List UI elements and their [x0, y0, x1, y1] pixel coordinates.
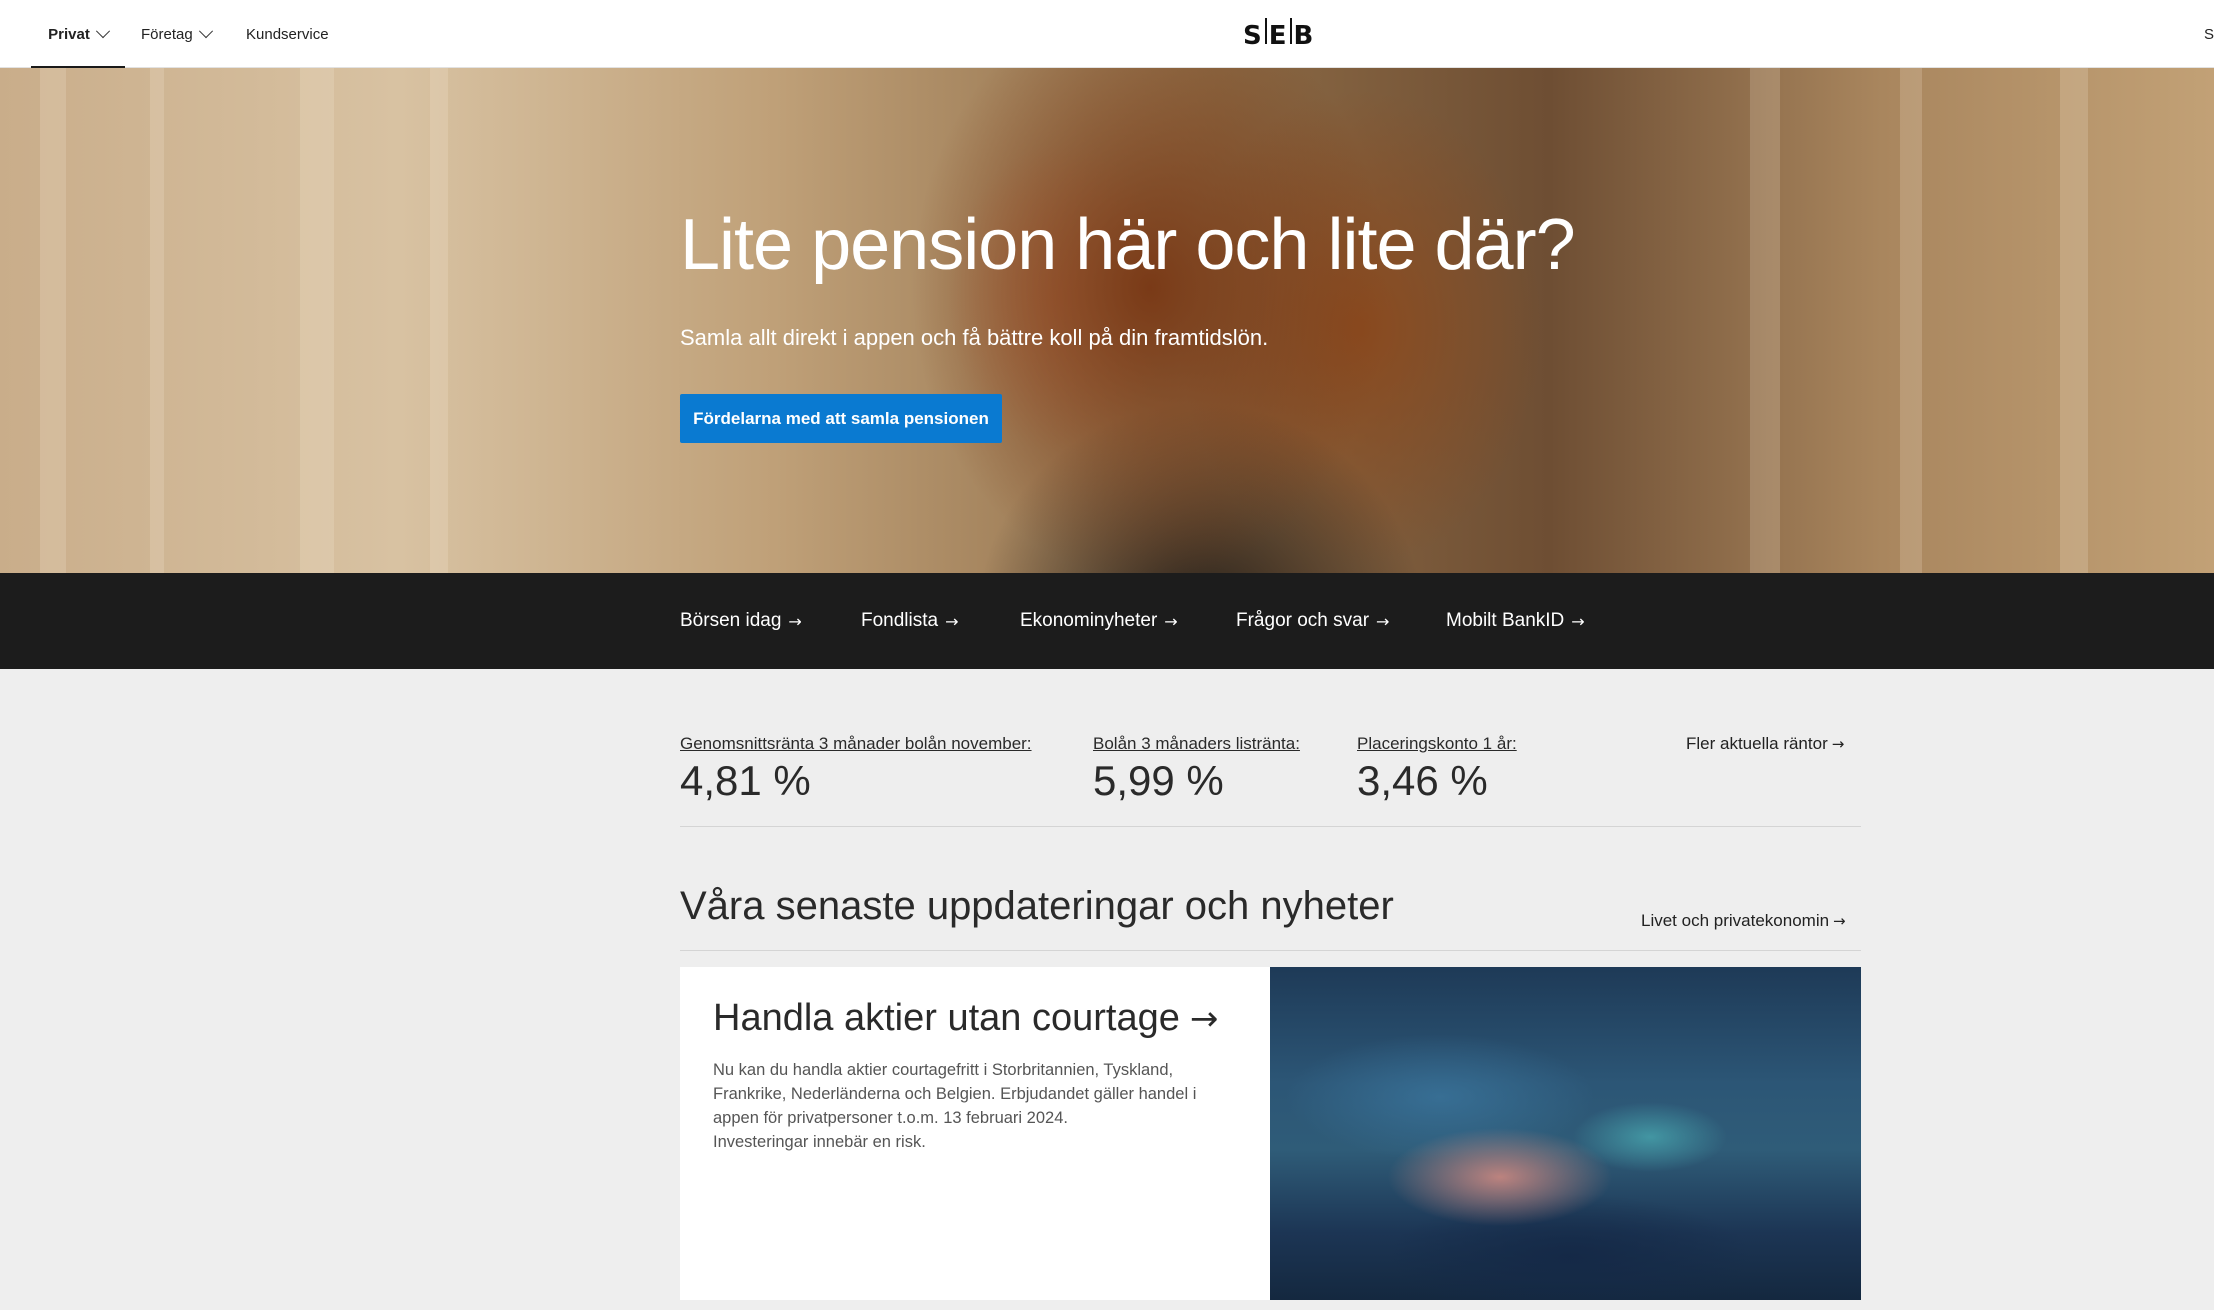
- hero-cta-button[interactable]: Fördelarna med att samla pensionen: [680, 394, 1002, 443]
- hero-image-detail: [150, 68, 164, 573]
- hero-image-detail: [40, 68, 66, 573]
- news-more-link[interactable]: Livet och privatekonomin →: [1641, 911, 1846, 931]
- rate-label-placeringskonto[interactable]: Placeringskonto 1 år:: [1357, 734, 1517, 754]
- quick-link-mobilt-bankid[interactable]: Mobilt BankID →: [1446, 573, 1585, 669]
- news-card[interactable]: Handla aktier utan courtage → Nu kan du h…: [680, 967, 1861, 1300]
- rate-value-listranta: 5,99 %: [1093, 757, 1224, 804]
- news-more-label: Livet och privatekonomin: [1641, 911, 1830, 930]
- quick-link-label: Fondlista: [861, 610, 939, 631]
- section-divider: [680, 826, 1861, 827]
- rate-label-genomsnittsranta[interactable]: Genomsnittsränta 3 månader bolån novembe…: [680, 734, 1032, 754]
- quick-link-borsen-idag[interactable]: Börsen idag →: [680, 573, 802, 669]
- hero-title: Lite pension här och lite där?: [680, 205, 1576, 285]
- chevron-down-icon: [95, 24, 110, 39]
- more-rates-link[interactable]: Fler aktuella räntor →: [1686, 734, 1844, 754]
- news-card-body: Handla aktier utan courtage → Nu kan du h…: [680, 967, 1270, 1300]
- top-navigation: Privat Företag Kundservice SEB S: [0, 0, 2214, 69]
- quick-link-label: Mobilt BankID: [1446, 610, 1565, 631]
- hero-image-detail: [1900, 68, 1922, 573]
- rate-value-placeringskonto: 3,46 %: [1357, 757, 1488, 804]
- chevron-down-icon: [198, 24, 213, 39]
- news-card-text: Nu kan du handla aktier courtagefritt i …: [713, 1061, 1197, 1127]
- logo-text: SEB: [1243, 17, 1315, 51]
- nav-item-label: Företag: [141, 25, 193, 43]
- arrow-right-icon: →: [1831, 735, 1845, 753]
- arrow-right-icon: →: [1376, 611, 1390, 631]
- logo-letter: E: [1268, 20, 1288, 51]
- arrow-right-icon: →: [788, 611, 802, 631]
- rate-label-listranta[interactable]: Bolån 3 månaders listränta:: [1093, 734, 1300, 754]
- hero-image-detail: [430, 68, 448, 573]
- quick-link-label: Frågor och svar: [1236, 610, 1370, 631]
- quick-link-fondlista[interactable]: Fondlista →: [861, 573, 959, 669]
- arrow-right-icon: →: [1189, 999, 1219, 1039]
- arrow-right-icon: →: [1571, 611, 1585, 631]
- logo-letter: B: [1293, 20, 1315, 51]
- news-card-disclaimer: Investeringar innebär en risk.: [713, 1133, 926, 1151]
- arrow-right-icon: →: [1833, 912, 1846, 930]
- quick-links-bar: Börsen idag → Fondlista → Ekonominyheter → …: [0, 573, 2214, 669]
- quick-link-fragor-och-svar[interactable]: Frågor och svar →: [1236, 573, 1389, 669]
- arrow-right-icon: →: [945, 611, 959, 631]
- hero-subtitle: Samla allt direkt i appen och få bättre …: [680, 325, 1269, 350]
- nav-item-label: Privat: [48, 25, 90, 43]
- nav-item-privat[interactable]: Privat: [31, 0, 125, 69]
- logo-divider: [1264, 17, 1267, 44]
- news-section-title: Våra senaste uppdateringar och nyheter: [680, 884, 1394, 928]
- quick-link-label: Ekonominyheter: [1020, 610, 1158, 631]
- logo-divider: [1289, 17, 1292, 44]
- news-card-image: [1270, 967, 1861, 1300]
- news-card-title[interactable]: Handla aktier utan courtage →: [713, 997, 1218, 1040]
- nav-item-kundservice[interactable]: Kundservice: [246, 0, 329, 68]
- hero-image-detail: [1750, 68, 1780, 573]
- arrow-right-icon: →: [1164, 611, 1178, 631]
- hero-image-detail: [300, 68, 334, 573]
- more-rates-label: Fler aktuella räntor: [1686, 734, 1828, 753]
- section-divider: [680, 950, 1861, 951]
- nav-right-item[interactable]: S: [2204, 0, 2214, 68]
- nav-item-foretag[interactable]: Företag: [141, 0, 213, 68]
- hero-image-detail: [2060, 68, 2088, 573]
- seb-logo[interactable]: SEB: [1243, 17, 1314, 51]
- quick-link-label: Börsen idag: [680, 610, 782, 631]
- logo-letter: S: [1243, 20, 1263, 51]
- rate-value-genomsnittsranta: 4,81 %: [680, 757, 811, 804]
- news-card-description: Nu kan du handla aktier courtagefritt i …: [713, 1058, 1233, 1154]
- nav-item-label: Kundservice: [246, 25, 329, 43]
- hero-banner: Lite pension här och lite där? Samla all…: [0, 68, 2214, 573]
- quick-link-ekonominyheter[interactable]: Ekonominyheter →: [1020, 573, 1178, 669]
